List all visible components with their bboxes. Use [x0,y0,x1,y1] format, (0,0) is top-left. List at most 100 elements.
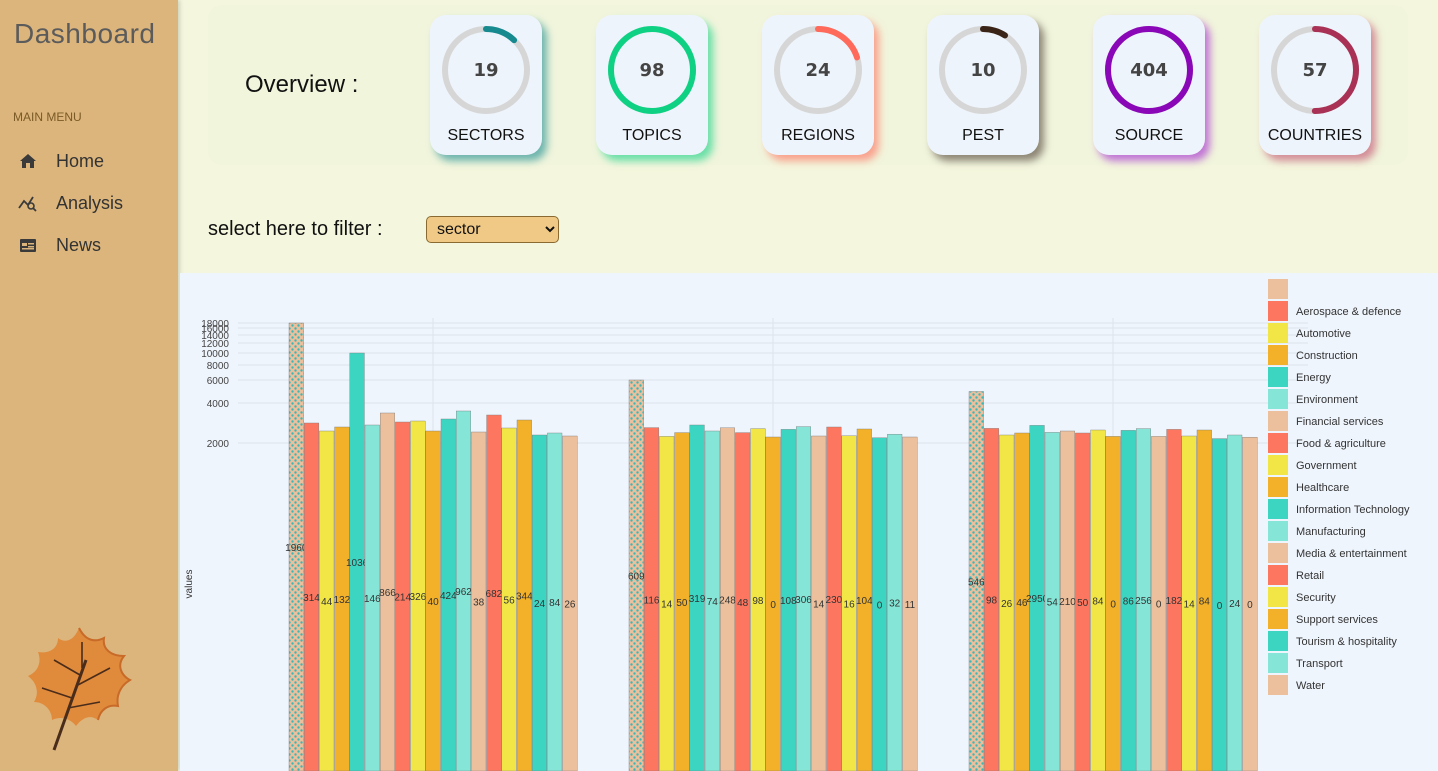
stat-label: SOURCE [1114,127,1184,144]
y-tick-label: 8000 [207,361,230,372]
bar-value-label: 230 [826,595,843,606]
legend-swatch [1268,499,1288,519]
bar-value-label: 50 [1077,598,1089,609]
bar-value-label: 26 [1001,599,1013,610]
y-tick-label: 10000 [201,349,229,360]
legend-label: Support services [1296,614,1378,626]
bar-value-label: 48 [737,598,749,609]
home-icon [20,154,36,168]
legend-label: Construction [1296,350,1358,362]
legend-swatch [1268,521,1288,541]
legend-label: Government [1296,460,1357,472]
autumn-leaf-icon [28,627,133,751]
bar-value-label: 98 [986,596,998,607]
legend-swatch [1268,411,1288,431]
legend-label: Transport [1296,658,1343,670]
bar-value-label: 98 [752,596,764,607]
legend-label: Information Technology [1296,504,1410,516]
bar-value-label: 84 [549,598,561,609]
legend-label: Media & entertainment [1296,548,1407,560]
stat-card-countries: 57 COUNTRIES [1259,15,1371,155]
nav-item-news[interactable]: News [18,231,101,259]
bar-value-label: 314 [303,593,320,604]
legend-swatch [1268,587,1288,607]
stat-card-regions: 24 REGIONS [762,15,874,155]
stat-card-pest: 10 PEST [927,15,1039,155]
overview-title: Overview : [245,71,359,98]
nav-item-home[interactable]: Home [18,147,104,175]
bar-value-label: 0 [1247,600,1253,611]
bar-value-label: 14 [1184,600,1196,611]
stat-value: 19 [473,60,499,81]
legend-label: Financial services [1296,416,1384,428]
nav-item-label: News [56,234,102,255]
bar-value-label: 16 [844,599,856,610]
legend-swatch [1268,301,1288,321]
legend-swatch [1268,675,1288,695]
legend-label: Aerospace & defence [1296,306,1401,318]
legend-swatch [1268,279,1288,299]
nav-item-label: Home [56,150,105,171]
legend-label: Energy [1296,372,1331,384]
stat-value: 10 [970,60,996,81]
legend-swatch [1268,477,1288,497]
bar-value-label: 0 [770,600,776,611]
y-tick-label: 2000 [207,439,230,450]
legend-label: Retail [1296,570,1324,582]
bar-value-label: 56 [504,596,516,607]
legend-label: Manufacturing [1296,526,1366,538]
bar-value-label: 44 [321,597,333,608]
bar-value-label: 74 [707,597,719,608]
nav-item-label: Analysis [56,192,124,213]
legend-label: Water [1296,680,1325,692]
analysis-icon [18,196,37,212]
stat-label: PEST [962,127,1004,144]
legend-swatch [1268,631,1288,651]
legend-swatch [1268,653,1288,673]
legend-label: Automotive [1296,328,1351,340]
bar-value-label: 962 [455,587,472,598]
legend-label: Environment [1296,394,1358,406]
bar-value-label: 104 [856,596,873,607]
filter-label: select here to filter : [208,218,383,240]
legend-swatch [1268,367,1288,387]
nav-item-analysis[interactable]: Analysis [18,189,123,217]
bar-value-label: 609 [628,572,645,583]
y-tick-label: 6000 [207,376,230,387]
stat-value: 404 [1130,60,1168,81]
stat-card-topics: 98 TOPICS [596,15,708,155]
bar-value-label: 24 [1229,599,1241,610]
bar-chart: 2000400060008000100001200014000160001800… [180,273,1438,771]
legend-label: Tourism & hospitality [1296,636,1397,648]
bar-value-label: 14 [661,600,673,611]
stat-card-source: 404 SOURCE [1093,15,1205,155]
legend-label: Food & agriculture [1296,438,1386,450]
bar-value-label: 344 [516,592,533,603]
legend-swatch [1268,565,1288,585]
sidebar: Dashboard MAIN MENU Home Analysis News [0,0,178,771]
y-tick-label: 4000 [207,399,230,410]
legend-swatch [1268,433,1288,453]
app-logo-text: Dashboard [14,18,156,49]
legend-swatch [1268,389,1288,409]
bar-value-label: 306 [795,595,812,606]
bar-value-label: 86 [1123,597,1135,608]
stat-value: 98 [639,60,665,81]
stat-value: 57 [1302,60,1328,81]
stat-label: REGIONS [781,127,855,144]
filter-select[interactable]: sector [426,216,559,243]
y-tick-label: 18000 [201,319,229,330]
bar-value-label: 326 [410,592,427,603]
legend-swatch [1268,455,1288,475]
bar-value-label: 0 [1156,600,1162,611]
bar-value-label: 24 [534,599,546,610]
main-menu-heading: MAIN MENU [13,110,82,124]
bar-value-label: 248 [719,595,736,606]
bar-value-label: 38 [473,598,485,609]
bar-value-label: 26 [564,600,576,611]
legend-swatch [1268,543,1288,563]
bar-value-label: 256 [1135,596,1152,607]
bar-value-label: 32 [889,599,901,610]
bar-value-label: 84 [1092,597,1104,608]
bar-value-label: 0 [877,600,883,611]
